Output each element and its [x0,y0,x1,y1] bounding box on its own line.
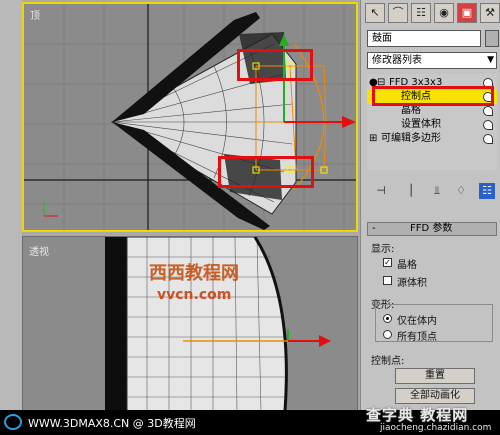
all-vertices-label: 所有顶点 [397,332,437,343]
expand-plus-icon[interactable]: ⊞ [369,132,377,146]
control-points-section-label: 控制点: [371,356,405,367]
reset-button[interactable]: 重置 [395,368,475,384]
make-unique-icon[interactable]: ⫫ [429,183,445,199]
stack-item-editable-poly[interactable]: ⊞ 可编辑多边形 [367,132,497,146]
corner-watermark: 查字典 教程网 [366,406,469,424]
display-tab-icon[interactable]: ▣ [457,3,477,23]
highlight-box-control-points [372,86,494,106]
create-tab-cursor-icon[interactable]: ↖ [365,3,385,23]
top-viewport[interactable]: 顶 [22,2,358,232]
lattice-checkbox[interactable]: ✓ [383,258,392,267]
stack-toolbar: ⊣ │ ⫫ ♢ ☷ [367,180,497,202]
corner-watermark-url: jiaocheng.chazidian.com [380,423,492,433]
pin-stack-icon[interactable]: ⊣ [373,183,389,199]
collapse-minus-icon: - [372,223,376,234]
left-toolbar-strip [0,0,22,410]
modifier-list-dropdown[interactable]: 修改器列表 ▼ [367,52,497,69]
object-name-field[interactable]: 鼓面 [367,30,481,47]
hierarchy-tab-icon[interactable]: ☷ [411,3,431,23]
display-section-label: 显示: [371,244,395,255]
viewport-watermark-url: vvcn.com [157,287,232,303]
animate-all-button[interactable]: 全部动画化 [395,388,475,404]
lightbulb-icon[interactable] [483,120,493,130]
ffd-parameters-rollout-header[interactable]: - FFD 参数 [367,222,497,236]
source-volume-checkbox[interactable] [383,276,392,285]
only-in-volume-radio[interactable] [383,314,392,323]
utilities-tab-icon[interactable]: ⚒ [480,3,500,23]
perspective-viewport[interactable]: 透视 西西教程网 vvcn.com [22,236,358,412]
footer-text: WWW.3DMAX8.CN @ 3D教程网 [28,417,196,430]
highlight-box-upper-points [237,49,313,81]
only-in-volume-label: 仅在体内 [397,316,437,327]
configure-modifier-sets-icon[interactable]: ☷ [479,183,495,199]
stack-item-lattice-label: 晶格 [401,105,421,116]
rollout-title: FFD 参数 [410,223,453,234]
lightbulb-icon[interactable] [483,106,493,116]
object-color-swatch[interactable] [485,30,499,47]
modifier-list-label: 修改器列表 [372,55,422,66]
site-logo-icon [4,414,22,430]
motion-tab-icon[interactable]: ◉ [434,3,454,23]
chevron-down-icon: ▼ [487,55,494,65]
highlight-box-lower-points [218,156,314,188]
show-end-result-icon[interactable]: │ [403,183,419,199]
source-volume-checkbox-label: 源体积 [397,278,427,289]
stack-item-set-volume[interactable]: 设置体积 [367,118,497,132]
modify-tab-icon[interactable]: ⌒ [388,3,408,23]
top-viewport-scene[interactable] [24,4,356,230]
stack-item-lattice[interactable]: 晶格 [367,104,497,118]
lightbulb-icon[interactable] [483,134,493,144]
remove-modifier-icon[interactable]: ♢ [453,183,469,199]
stack-item-set-volume-label: 设置体积 [401,119,441,130]
all-vertices-radio[interactable] [383,330,392,339]
stack-item-editable-poly-label: 可编辑多边形 [381,133,441,144]
lattice-checkbox-label: 晶格 [397,260,417,271]
command-panel: ↖ ⌒ ☷ ◉ ▣ ⚒ 鼓面 修改器列表 ▼ ● ⊟ FFD 3x3x3 控制点… [360,0,500,412]
viewport-watermark-main: 西西教程网 [149,263,239,284]
